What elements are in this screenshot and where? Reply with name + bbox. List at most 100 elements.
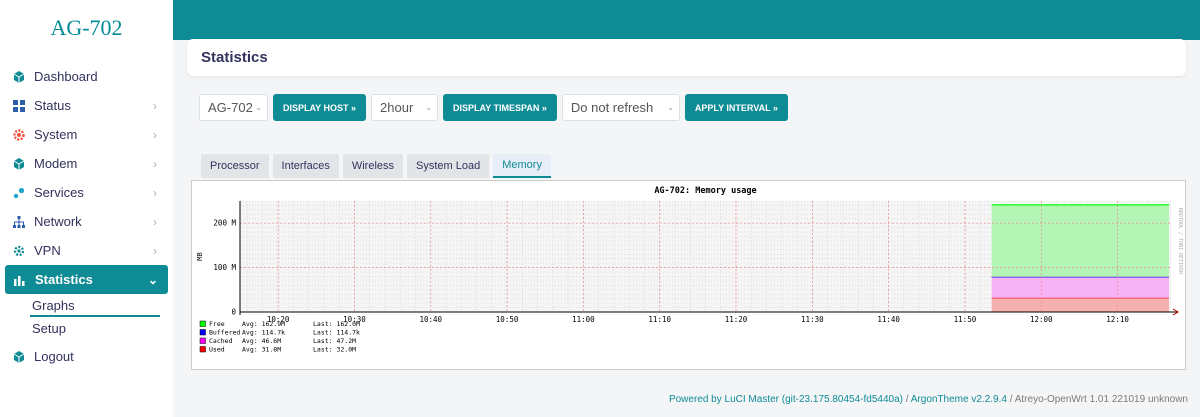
display-host-button[interactable]: DISPLAY HOST » (273, 94, 367, 121)
legend-name: Used (209, 346, 225, 354)
footer-separator: / (902, 394, 911, 405)
grid-icon (12, 99, 26, 113)
vpn-icon (12, 244, 26, 258)
brand-logo[interactable]: AG-702 (0, 0, 173, 56)
sidebar-item-statistics[interactable]: Statistics ⌄ (5, 265, 168, 294)
bar-chart-icon (13, 273, 27, 287)
legend-avg: Avg: 31.8M (242, 346, 281, 354)
x-tick-label: 11:00 (572, 315, 595, 324)
refresh-select-value: Do not refresh (570, 100, 654, 115)
sidebar-item-label: Services (34, 185, 84, 200)
brand-text: AG-702 (50, 15, 123, 40)
legend-last: Last: 32.0M (313, 346, 356, 354)
area-free (991, 204, 1169, 277)
y-tick-label: 0 (231, 308, 236, 317)
tab-wireless[interactable]: Wireless (342, 154, 404, 178)
chevron-right-icon: › (153, 156, 157, 171)
sidebar-item-vpn[interactable]: VPN › (0, 236, 173, 265)
statistics-submenu: Graphs Setup (0, 294, 173, 340)
area-used (991, 297, 1169, 312)
y-tick-label: 200 M (213, 219, 236, 228)
cube-icon (12, 157, 26, 171)
legend-last: Last: 162.0M (313, 320, 360, 328)
footer-separator: / (1006, 394, 1015, 405)
x-tick-label: 10:40 (419, 315, 442, 324)
sidebar-item-modem[interactable]: Modem › (0, 149, 173, 178)
tab-memory[interactable]: Memory (493, 154, 551, 178)
cube-icon (12, 70, 26, 84)
sidebar-item-status[interactable]: Status › (0, 91, 173, 120)
sidebar-item-system[interactable]: System › (0, 120, 173, 149)
legend-avg: Avg: 162.9M (242, 320, 285, 328)
x-tick-label: 11:40 (877, 315, 900, 324)
tab-interfaces[interactable]: Interfaces (272, 154, 339, 178)
sidebar-item-label: VPN (34, 243, 61, 258)
y-axis-label: MB (196, 252, 204, 260)
cube-icon (12, 350, 26, 364)
tab-processor[interactable]: Processor (201, 154, 269, 178)
rrdtool-label: RRDTOOL / TOBI OETIKER (1177, 208, 1183, 275)
legend-avg: Avg: 46.6M (242, 337, 281, 345)
legend-swatch-used (199, 346, 206, 353)
sidebar-item-label: System (34, 127, 78, 142)
page-title: Statistics (201, 49, 268, 66)
display-timespan-button[interactable]: DISPLAY TIMESPAN » (443, 94, 557, 121)
chevron-down-icon: ⌄ (147, 272, 158, 287)
sidebar-subitem-graphs[interactable]: Graphs (0, 294, 173, 317)
sidebar-nav: Dashboard Status › System › Modem › Serv… (0, 62, 173, 294)
chevron-right-icon: › (153, 98, 157, 113)
sidebar-item-label: Logout (34, 349, 74, 364)
tab-system-load[interactable]: System Load (407, 154, 490, 178)
x-tick-label: 10:50 (496, 315, 519, 324)
legend-avg: Avg: 114.7k (242, 329, 285, 337)
host-select-value: AG-702 (208, 100, 253, 115)
timespan-select[interactable]: 2hour ⌄ (371, 94, 439, 121)
refresh-select[interactable]: Do not refresh ⌄ (561, 94, 680, 121)
legend-name: Cached (209, 337, 233, 345)
chart-title: AG-702: Memory usage (654, 186, 756, 196)
chevron-right-icon: › (153, 214, 157, 229)
gear-icon (12, 128, 26, 142)
x-tick-label: 11:20 (725, 315, 748, 324)
memory-chart-svg: 10:20 10:30 10:40 10:50 11:00 11:10 11:20 11:30… (196, 186, 1183, 354)
footer-theme-link[interactable]: ArgonTheme v2.2.9.4 (911, 394, 1007, 405)
x-tick-label: 12:10 (1106, 315, 1129, 324)
footer-firmware: Atreyo-OpenWrt 1.01 221019 unknown (1014, 394, 1188, 405)
sidebar-item-label: Dashboard (34, 69, 98, 84)
sidebar-nav-bottom: Logout (0, 342, 173, 371)
chevron-right-icon: › (153, 243, 157, 258)
chevron-down-icon: ⌄ (667, 103, 674, 112)
host-select[interactable]: AG-702 ⌄ (199, 94, 268, 121)
sidebar: AG-702 Dashboard Status › System › Modem… (0, 0, 173, 417)
x-tick-label: 11:50 (954, 315, 977, 324)
legend-last: Last: 47.2M (313, 337, 356, 345)
graph-controls: AG-702 ⌄ DISPLAY HOST » 2hour ⌄ DISPLAY TI… (199, 94, 788, 121)
x-tick-label: 11:10 (648, 315, 671, 324)
sidebar-item-dashboard[interactable]: Dashboard (0, 62, 173, 91)
sidebar-item-label: Status (34, 98, 71, 113)
network-icon (12, 215, 26, 229)
services-icon (12, 186, 26, 200)
sidebar-item-logout[interactable]: Logout (0, 342, 173, 371)
chevron-down-icon: ⌄ (255, 103, 262, 112)
area-cached (991, 276, 1169, 298)
timespan-select-value: 2hour (380, 100, 414, 115)
sidebar-item-label: Statistics (35, 272, 93, 287)
sidebar-subitem-setup[interactable]: Setup (0, 317, 173, 340)
x-tick-label: 11:30 (801, 315, 824, 324)
y-tick-label: 100 M (213, 263, 236, 272)
legend-swatch-free (199, 320, 206, 327)
sidebar-item-network[interactable]: Network › (0, 207, 173, 236)
footer-luci-link[interactable]: Powered by LuCI Master (git-23.175.80454… (669, 394, 903, 405)
sidebar-item-services[interactable]: Services › (0, 178, 173, 207)
memory-graph: 10:20 10:30 10:40 10:50 11:00 11:10 11:20 11:30… (191, 180, 1186, 370)
header-band (173, 0, 1200, 40)
graph-tabs: Processor Interfaces Wireless System Loa… (201, 154, 551, 178)
x-tick-label: 12:00 (1030, 315, 1053, 324)
apply-interval-button[interactable]: APPLY INTERVAL » (684, 94, 788, 121)
page-title-card: Statistics (187, 39, 1186, 76)
sidebar-item-label: Network (34, 214, 82, 229)
legend-swatch-cached (199, 337, 206, 344)
legend-name: Free (209, 320, 225, 328)
sidebar-item-label: Modem (34, 156, 78, 171)
